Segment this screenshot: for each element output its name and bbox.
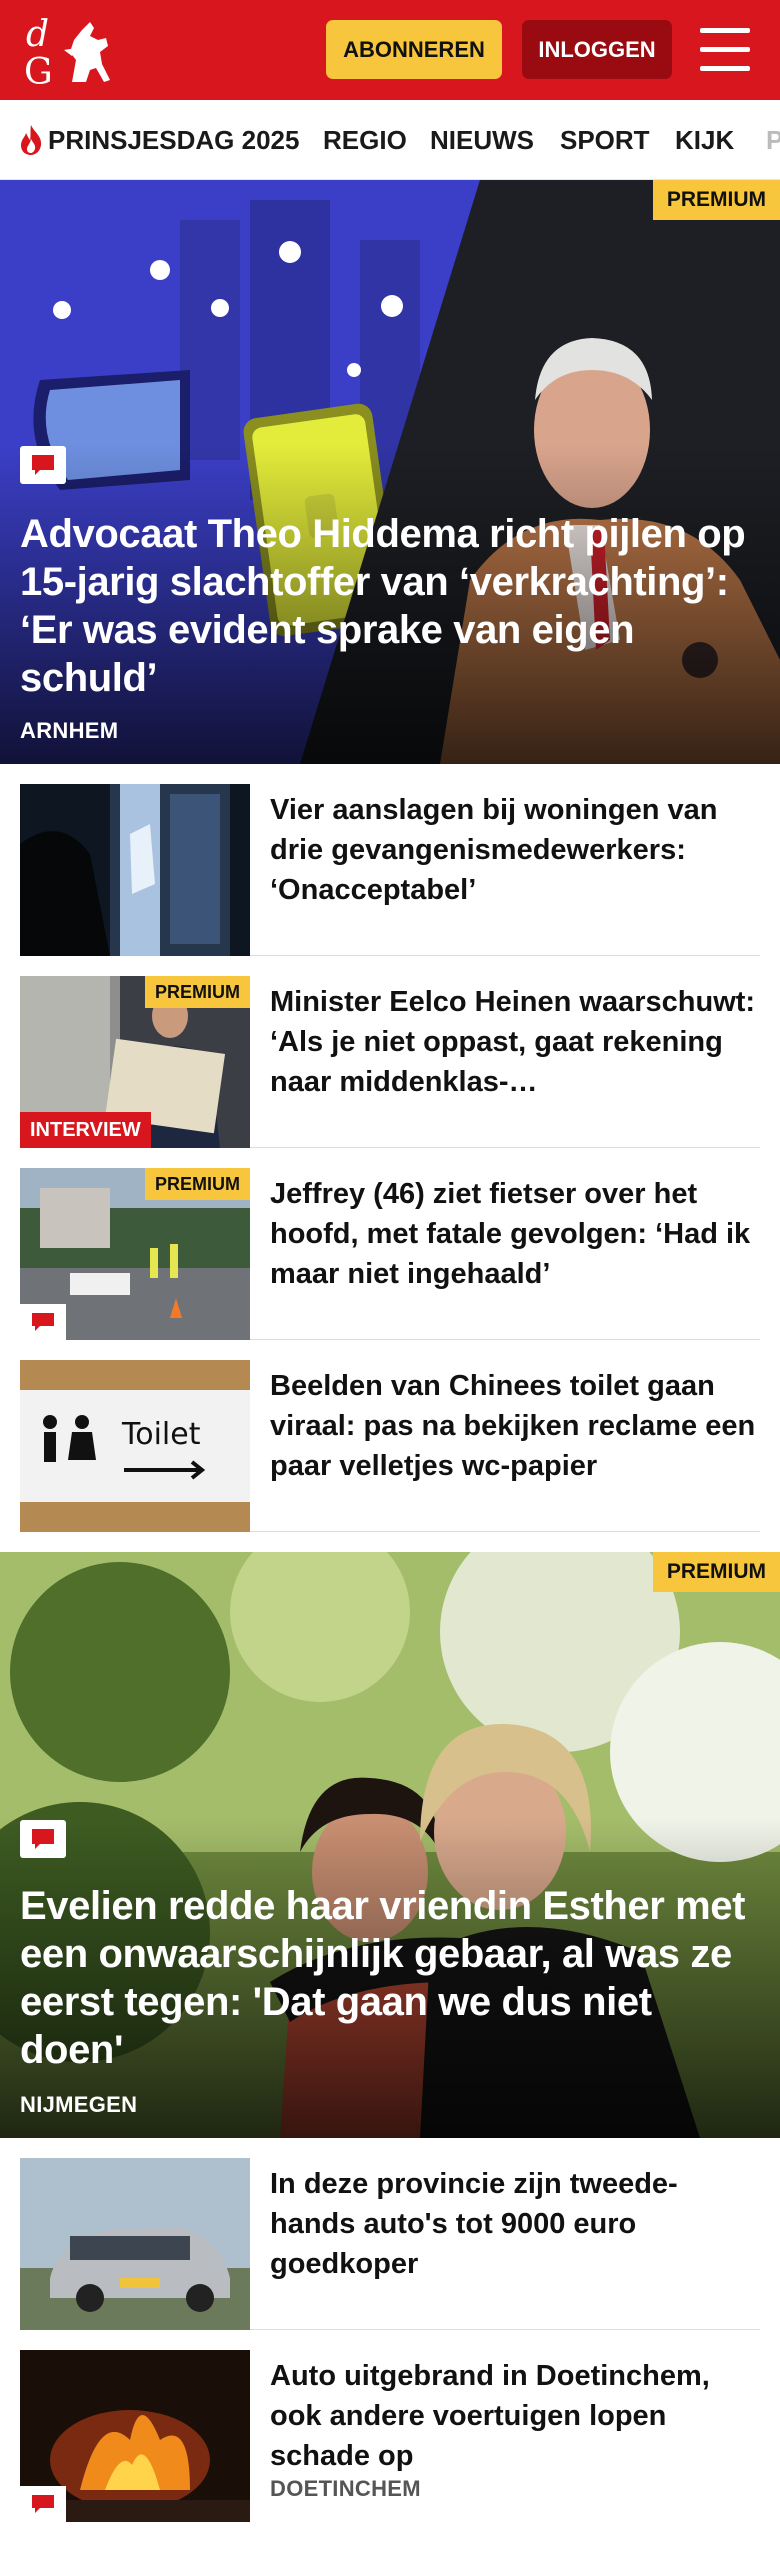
article-row[interactable]: Vier aanslagen bij woningen van drie gev…	[20, 764, 760, 956]
comment-icon	[20, 1820, 66, 1858]
article-headline: Vier aanslagen bij woningen van drie gev…	[270, 794, 718, 906]
article-thumbnail: PREMIUM	[20, 1168, 250, 1340]
article-thumbnail: Toilet	[20, 1360, 250, 1532]
article-row[interactable]: Auto uitgebrand in Doetinchem, ook ander…	[20, 2330, 760, 2560]
section-nav: PRINSJESDAG 2025 REGIO NIEUWS SPORT KIJK…	[0, 100, 780, 180]
article-headline: Minister Eelco Heinen waarschuwt: ‘Als j…	[270, 986, 756, 1098]
article-thumbnail: PREMIUM INTERVIEW	[20, 976, 250, 1148]
premium-badge: PREMIUM	[145, 976, 250, 1008]
comment-icon	[20, 1304, 66, 1340]
nav-item-kijk[interactable]: KIJK	[675, 100, 734, 179]
article-row[interactable]: In deze provincie zijn tweede-hands auto…	[20, 2138, 760, 2330]
article-location: DOETINCHEM	[270, 2476, 421, 2501]
nav-item-regio[interactable]: REGIO	[323, 100, 407, 179]
hero-article-evelien[interactable]: PREMIUM Evelien redde haar vriendin Esth…	[0, 1552, 780, 2138]
hero-location: ARNHEM	[20, 718, 119, 743]
article-thumbnail	[20, 2158, 250, 2330]
hero-article-hiddema[interactable]: PREMIUM Advocaat Theo Hiddema richt pijl…	[0, 180, 780, 764]
flame-icon	[21, 125, 42, 155]
nav-item-nieuws[interactable]: NIEUWS	[430, 100, 534, 179]
article-thumbnail	[20, 784, 250, 956]
article-headline: In deze provincie zijn tweede-hands auto…	[270, 2168, 678, 2280]
hero-headline: Evelien redde haar vriendin Esther met e…	[20, 1884, 746, 2072]
comment-icon	[20, 446, 66, 484]
article-thumbnail	[20, 2350, 250, 2522]
comment-icon	[20, 2486, 66, 2522]
premium-badge: PREMIUM	[652, 1552, 780, 1592]
hero-location: NIJMEGEN	[20, 2092, 138, 2117]
svg-text:d: d	[26, 14, 49, 55]
premium-badge: PREMIUM	[652, 180, 780, 220]
nav-item-prinsjesdag[interactable]: PRINSJESDAG 2025	[18, 100, 299, 179]
site-header: d G ABONNEREN INLOGGEN	[0, 0, 780, 100]
article-row[interactable]: Toilet Beelden van Chinees toilet gaan v…	[20, 1340, 760, 1532]
article-headline: Jeffrey (46) ziet fietser over het hoofd…	[270, 1178, 751, 1290]
article-headline: Auto uitgebrand in Doetinchem, ook ander…	[270, 2360, 710, 2472]
hamburger-icon[interactable]	[700, 28, 752, 72]
svg-text:G: G	[24, 52, 53, 90]
login-button[interactable]: INLOGGEN	[522, 20, 672, 79]
nav-item-partial[interactable]: P	[766, 100, 780, 179]
article-row[interactable]: PREMIUM Jeffrey (46) ziet fietser over h…	[20, 1148, 760, 1340]
interview-label: INTERVIEW	[20, 1112, 151, 1148]
premium-badge: PREMIUM	[145, 1168, 250, 1200]
subscribe-button[interactable]: ABONNEREN	[326, 20, 502, 79]
nav-item-sport[interactable]: SPORT	[560, 100, 650, 179]
logo-dg[interactable]: d G	[20, 10, 120, 93]
article-headline: Beelden van Chinees toilet gaan viraal: …	[270, 1370, 756, 1482]
article-row[interactable]: PREMIUM INTERVIEW Minister Eelco Heinen …	[20, 956, 760, 1148]
hero-headline: Advocaat Theo Hiddema richt pijlen op 15…	[20, 512, 746, 700]
svg-text:Toilet: Toilet	[121, 1417, 201, 1452]
